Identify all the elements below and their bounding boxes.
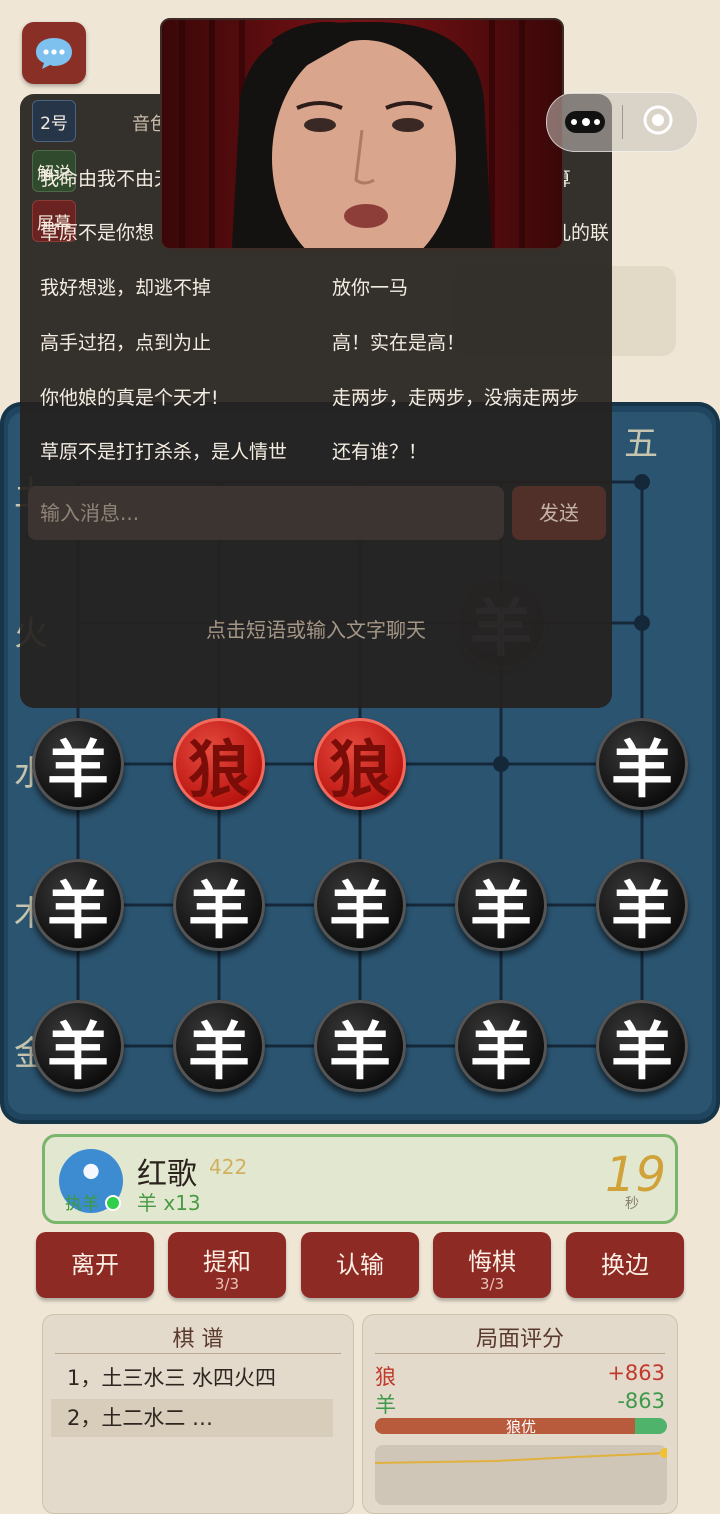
phrase-item[interactable]: 高手过招，点到为止 bbox=[40, 328, 310, 355]
switch-side-button[interactable]: 换边 bbox=[566, 1232, 684, 1298]
sheep-piece[interactable]: 羊 bbox=[596, 718, 688, 810]
phrase-item[interactable]: 草原不是打打杀杀，是人情世 bbox=[40, 437, 316, 464]
move-record-item[interactable]: 1，土三水三 水四火四 bbox=[51, 1359, 333, 1397]
advantage-verdict: 狼优 bbox=[505, 1418, 536, 1434]
sheep-piece[interactable]: 羊 bbox=[32, 1000, 124, 1092]
undo-button[interactable]: 悔棋 3/3 bbox=[433, 1232, 551, 1298]
sheep-piece[interactable]: 羊 bbox=[173, 859, 265, 951]
voice-2-button[interactable]: 2号 bbox=[32, 100, 76, 142]
chat-hint: 点击短语或输入文字聊天 bbox=[206, 618, 426, 642]
player-piece-count: 羊 x13 bbox=[137, 1191, 201, 1215]
sheep-piece[interactable]: 羊 bbox=[455, 1000, 547, 1092]
wolf-piece[interactable]: 狼 bbox=[314, 718, 406, 810]
advantage-bar: 狼优 bbox=[375, 1418, 667, 1434]
sheep-score: -863 bbox=[617, 1389, 665, 1413]
resign-button[interactable]: 认输 bbox=[301, 1232, 419, 1298]
close-miniprogram-icon[interactable] bbox=[643, 105, 673, 135]
sheep-piece[interactable]: 羊 bbox=[596, 859, 688, 951]
record-divider bbox=[55, 1353, 341, 1354]
video-feed[interactable] bbox=[160, 18, 564, 250]
wolf-score: +863 bbox=[607, 1361, 665, 1385]
sheep-piece[interactable]: 羊 bbox=[314, 859, 406, 951]
phrase-item[interactable]: 你他娘的真是个天才! bbox=[40, 383, 310, 410]
evaluation-panel: 局面评分 狼 +863 羊 -863 狼优 bbox=[362, 1314, 678, 1514]
evaluation-divider bbox=[375, 1353, 665, 1354]
leave-button[interactable]: 离开 bbox=[36, 1232, 154, 1298]
evaluation-graph bbox=[374, 1445, 670, 1505]
sheep-piece[interactable]: 羊 bbox=[173, 1000, 265, 1092]
online-indicator bbox=[105, 1195, 121, 1211]
player-score: 422 bbox=[209, 1155, 248, 1179]
wolf-label: 狼 bbox=[375, 1365, 396, 1389]
miniprogram-capsule bbox=[546, 92, 698, 152]
move-record-panel: 棋 谱 1，土三水三 水四火四 2，土二水二 … bbox=[42, 1314, 354, 1514]
capsule-divider bbox=[622, 105, 623, 139]
chat-bubble-icon[interactable] bbox=[22, 22, 86, 84]
sheep-piece[interactable]: 羊 bbox=[596, 1000, 688, 1092]
sheep-piece[interactable]: 羊 bbox=[32, 718, 124, 810]
column-label: 五 bbox=[624, 424, 658, 464]
phrase-item[interactable]: 我好想逃，却逃不掉 bbox=[40, 273, 310, 300]
send-button[interactable]: 发送 bbox=[512, 486, 606, 540]
sheep-piece[interactable]: 羊 bbox=[32, 859, 124, 951]
phrase-item[interactable]: 走两步，走两步，没病走两步 bbox=[332, 383, 608, 410]
sheep-piece[interactable]: 羊 bbox=[455, 859, 547, 951]
wolf-piece[interactable]: 狼 bbox=[173, 718, 265, 810]
player-card: 执羊 红歌 422 羊 x13 19 秒 bbox=[42, 1134, 678, 1224]
sheep-piece[interactable]: 羊 bbox=[314, 1000, 406, 1092]
record-title: 棋 谱 bbox=[172, 1327, 224, 1352]
phrase-item[interactable]: 高！实在是高！ bbox=[332, 328, 608, 355]
role-badge: 执羊 bbox=[65, 1194, 99, 1214]
sheep-label: 羊 bbox=[375, 1393, 396, 1417]
offer-draw-button[interactable]: 提和 3/3 bbox=[168, 1232, 286, 1298]
phrase-item[interactable]: 还有谁？！ bbox=[332, 437, 608, 464]
message-input[interactable]: 输入消息... bbox=[28, 486, 504, 540]
phrase-item[interactable]: 放你一马 bbox=[332, 273, 608, 300]
more-menu-button[interactable] bbox=[565, 111, 605, 133]
evaluation-title: 局面评分 bbox=[475, 1327, 564, 1352]
timer-unit: 秒 bbox=[625, 1196, 639, 1212]
move-record-item-current[interactable]: 2，土二水二 … bbox=[51, 1399, 333, 1437]
